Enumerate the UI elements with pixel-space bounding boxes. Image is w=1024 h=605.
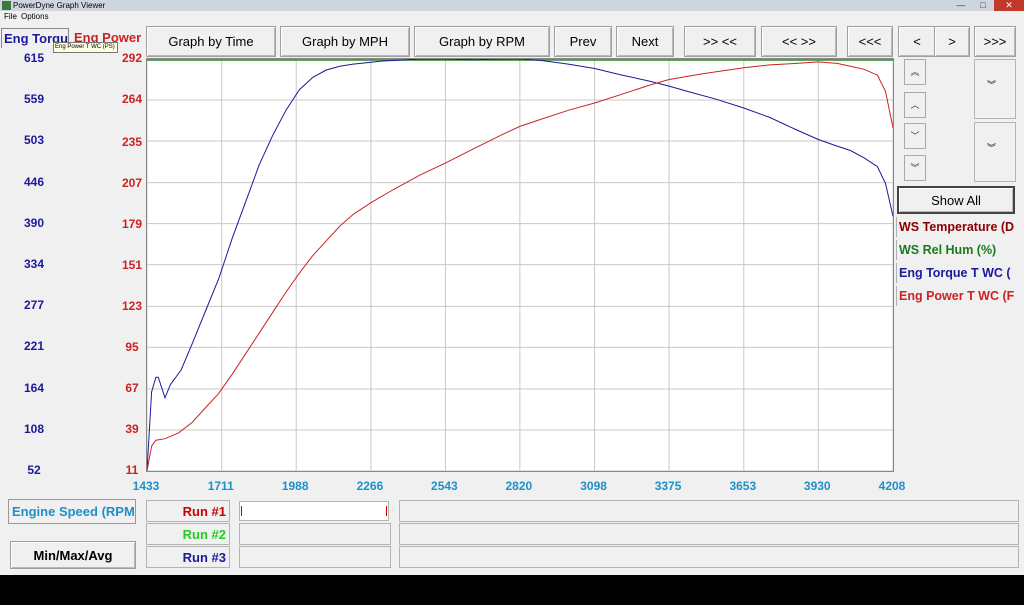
app-area: Eng Torque Eng Power Eng Power T WC (PS)… <box>0 23 1024 575</box>
y-left-tick-label: 52 <box>27 463 41 477</box>
double-chevron-down-icon[interactable]: ︾ <box>904 155 926 181</box>
x-tick-label: 3930 <box>803 479 831 493</box>
menu-bar: File Options <box>0 11 1024 23</box>
x-tick-label: 2820 <box>505 479 533 493</box>
y-right-tick-label: 123 <box>121 298 143 313</box>
next-button[interactable]: Next <box>616 26 674 57</box>
menu-file[interactable]: File <box>4 11 17 23</box>
x-tick-label: 1711 <box>207 479 234 493</box>
engine-chart[interactable] <box>146 58 894 472</box>
y-right-tick-label: 207 <box>121 175 143 190</box>
legend-eng-power[interactable]: Eng Power T WC (F <box>896 286 1017 306</box>
run-3-values <box>399 546 1019 568</box>
y-left-tick-label: 615 <box>23 51 45 65</box>
minimize-button[interactable]: — <box>950 0 972 11</box>
maximize-button[interactable]: □ <box>972 0 994 11</box>
chevron-down-icon[interactable]: ﹀ <box>904 123 926 149</box>
scale-upper-panel[interactable]: ︾ <box>974 59 1016 119</box>
y-right-tick-label: 95 <box>125 339 139 354</box>
x-tick-label: 4208 <box>878 479 906 493</box>
run-1-marker-start <box>241 506 242 516</box>
x-tick-label: 3375 <box>654 479 682 493</box>
menu-options[interactable]: Options <box>21 11 49 23</box>
y-left-tick-label: 221 <box>23 339 45 354</box>
tooltip: Eng Power T WC (PS) <box>53 42 118 53</box>
show-all-button[interactable]: Show All <box>897 186 1015 214</box>
run-2-values <box>399 523 1019 545</box>
y-right-tick-label: 292 <box>121 51 143 65</box>
x-channel-label: Engine Speed (RPM <box>12 504 135 519</box>
scroll-first-button[interactable]: <<< <box>847 26 893 57</box>
zoom-in-button[interactable]: >> << <box>684 26 756 57</box>
chevron-up-icon[interactable]: ︿ <box>904 92 926 118</box>
y-right-tick-label: 179 <box>121 216 143 231</box>
y-right-tick-label: 151 <box>121 257 143 272</box>
scroll-left-button[interactable]: < <box>898 26 936 57</box>
y-right-tick-label: 264 <box>121 92 143 107</box>
scale-lower-panel[interactable]: ︾ <box>974 122 1016 182</box>
x-tick-label: 3098 <box>580 479 607 493</box>
zoom-out-button[interactable]: << >> <box>761 26 837 57</box>
y-left-tick-label: 446 <box>23 174 45 189</box>
y-right-tick-label: 235 <box>121 134 143 149</box>
double-chevron-down-icon[interactable]: ︾ <box>987 141 996 154</box>
graph-by-mph-button[interactable]: Graph by MPH <box>280 26 410 57</box>
run-1-label: Run #1 <box>182 504 226 519</box>
title-bar: PowerDyne Graph Viewer — □ ✕ <box>0 0 1024 11</box>
y-right-tick-label: 67 <box>125 380 139 395</box>
y-left-tick-label: 559 <box>23 91 45 106</box>
run-2-selector[interactable] <box>239 523 391 545</box>
run-2-label: Run #2 <box>182 527 226 542</box>
y-right-tick-label: 11 <box>125 463 139 477</box>
y-left-tick-label: 164 <box>23 381 45 396</box>
run-3-selector[interactable] <box>239 546 391 568</box>
x-tick-label: 3653 <box>729 479 757 493</box>
legend-ws-temperature[interactable]: WS Temperature (D <box>896 217 1017 237</box>
scroll-last-button[interactable]: >>> <box>974 26 1016 57</box>
y-left-tick-label: 108 <box>23 422 45 437</box>
prev-button[interactable]: Prev <box>554 26 612 57</box>
y-right-tick-label: 39 <box>125 421 139 436</box>
x-tick-label: 1988 <box>281 479 309 493</box>
legend-eng-torque[interactable]: Eng Torque T WC ( <box>896 263 1017 283</box>
x-tick-label: 2266 <box>356 479 384 493</box>
legend-ws-rel-hum[interactable]: WS Rel Hum (%) <box>896 240 1017 260</box>
run-1-marker-end <box>386 506 387 516</box>
taskbar <box>0 575 1024 605</box>
window-controls: — □ ✕ <box>950 0 1024 11</box>
run-3-label-cell: Run #3 <box>146 546 230 568</box>
x-tick-label: 1433 <box>132 479 160 493</box>
run-3-label: Run #3 <box>182 550 226 565</box>
double-chevron-up-icon[interactable]: ︽ <box>904 59 926 85</box>
x-tick-label: 2543 <box>431 479 458 493</box>
y-left-tick-label: 503 <box>23 132 45 147</box>
run-1-values <box>399 500 1019 522</box>
app-icon <box>2 1 11 10</box>
y-left-tick-label: 334 <box>23 256 45 271</box>
window-title: PowerDyne Graph Viewer <box>13 1 106 10</box>
run-1-selector[interactable] <box>239 501 389 521</box>
close-button[interactable]: ✕ <box>994 0 1024 11</box>
run-1-label-cell: Run #1 <box>146 500 230 522</box>
y-left-tick-label: 277 <box>23 298 45 313</box>
min-max-avg-button[interactable]: Min/Max/Avg <box>10 541 136 569</box>
y-left-tick-label: 390 <box>23 215 45 230</box>
x-channel-box[interactable]: Engine Speed (RPM <box>8 499 136 524</box>
graph-by-rpm-button[interactable]: Graph by RPM <box>414 26 550 57</box>
run-2-label-cell: Run #2 <box>146 523 230 545</box>
scroll-right-button[interactable]: > <box>934 26 970 57</box>
double-chevron-down-icon[interactable]: ︾ <box>987 78 996 91</box>
graph-by-time-button[interactable]: Graph by Time <box>146 26 276 57</box>
